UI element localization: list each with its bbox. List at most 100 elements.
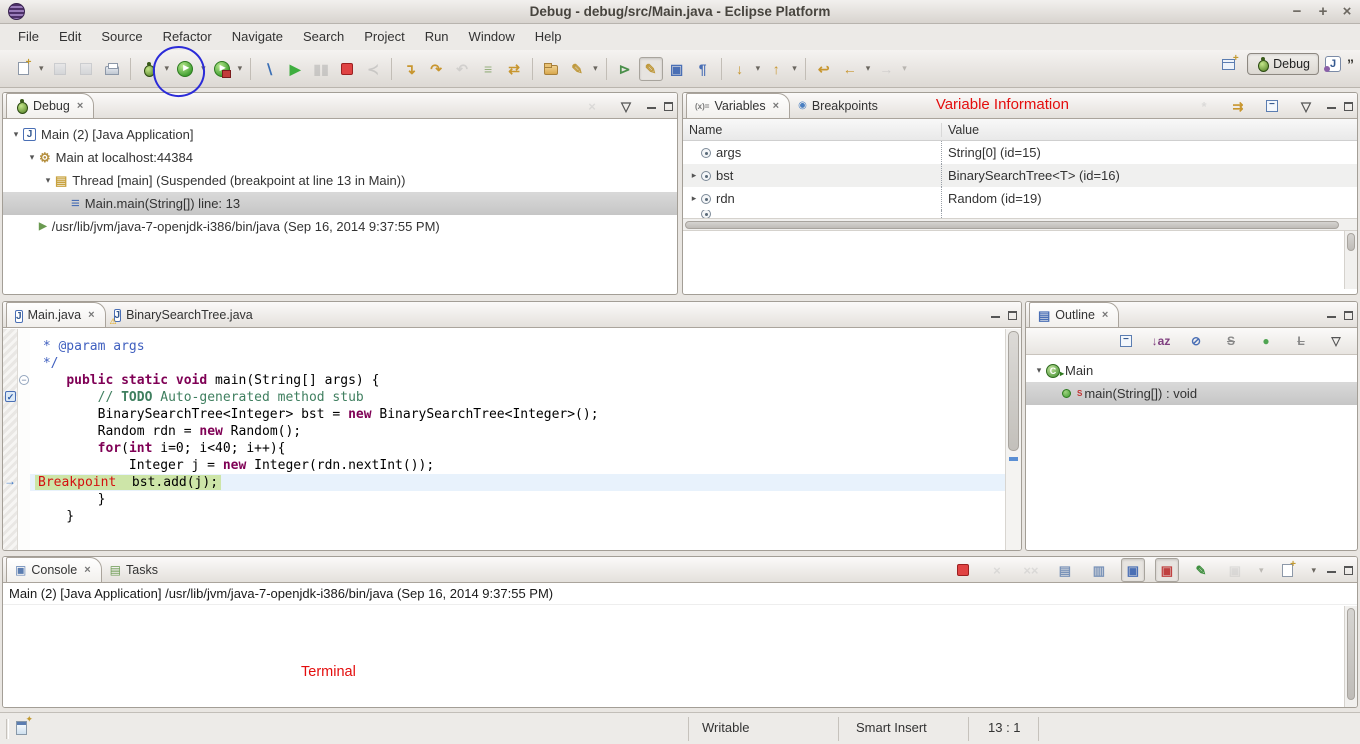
editor-tab-main-java[interactable]: JMain.java× — [6, 302, 106, 327]
toggle-breadcrumb-button[interactable]: ⊳ — [613, 57, 637, 81]
expander-icon[interactable]: ▾ — [9, 129, 23, 140]
display-selected-console-dropdown[interactable]: ▾ — [1256, 565, 1267, 576]
maximize-icon[interactable] — [1344, 311, 1353, 320]
variables-hscrollbar[interactable] — [683, 218, 1357, 231]
hide-local-types-button[interactable]: L — [1289, 329, 1313, 353]
terminate-button[interactable] — [335, 57, 359, 81]
close-icon[interactable]: × — [88, 309, 94, 321]
code-line[interactable]: Integer j = new Integer(rdn.nextInt()); — [35, 457, 1005, 474]
save-all-button[interactable] — [74, 57, 98, 81]
next-annotation-button[interactable]: ↓ — [728, 57, 752, 81]
minimize-icon[interactable] — [1327, 104, 1336, 109]
minimize-icon[interactable] — [647, 104, 656, 109]
tab-debug[interactable]: Debug × — [6, 93, 94, 118]
close-icon[interactable]: × — [773, 100, 779, 112]
next-annotation-dropdown[interactable]: ▾ — [753, 63, 764, 74]
minimize-button[interactable]: − — [1286, 0, 1308, 24]
outline-node[interactable]: Smain(String[]) : void — [1026, 382, 1357, 405]
breakpoint-line[interactable]: Breakpoint bst.add(j); — [30, 474, 1005, 491]
toggle-highlight-button[interactable]: ✎ — [639, 57, 663, 81]
minimized-views-handle[interactable]: ” — [1347, 56, 1354, 72]
column-name[interactable]: Name — [683, 123, 941, 137]
editor-gutter[interactable]: ✓→ − — [3, 329, 30, 550]
code-line[interactable]: // TODO Auto-generated method stub — [35, 389, 1005, 406]
menu-source[interactable]: Source — [91, 24, 152, 50]
maximize-button[interactable]: + — [1312, 0, 1334, 24]
tab-breakpoints[interactable]: ◉Breakpoints — [790, 93, 888, 118]
open-element-button[interactable] — [539, 57, 563, 81]
menu-navigate[interactable]: Navigate — [222, 24, 293, 50]
close-icon[interactable]: × — [77, 100, 83, 112]
drop-to-frame-button[interactable]: ≡ — [476, 57, 500, 81]
debug-tree-row[interactable]: ▾⚙Main at localhost:44384 — [3, 146, 677, 169]
expander-icon[interactable]: ▸ — [687, 170, 701, 181]
task-marker-icon[interactable]: ✓ — [5, 391, 16, 402]
new-wizard-button[interactable] — [11, 57, 35, 81]
debug-perspective-button[interactable]: Debug — [1247, 53, 1319, 75]
instruction-pointer-icon[interactable]: → — [4, 474, 16, 488]
last-edit-location-button[interactable]: ↩ — [812, 57, 836, 81]
hide-fields-button[interactable]: ⊘ — [1184, 329, 1208, 353]
debug-tree-row[interactable]: ▾▤Thread [main] (Suspended (breakpoint a… — [3, 169, 677, 192]
debug-tree-row[interactable]: ▾JMain (2) [Java Application] — [3, 123, 677, 146]
outline-collapse-all-button[interactable] — [1114, 329, 1138, 353]
outline-view-menu[interactable]: ▽ — [1324, 329, 1348, 353]
forward-dropdown[interactable]: ▾ — [899, 63, 910, 74]
remove-launch-button[interactable]: × — [985, 558, 1009, 582]
variable-row[interactable]: ▸bstBinarySearchTree<T> (id=16) — [683, 164, 1357, 187]
outline-sort-button[interactable]: ↓az — [1149, 329, 1173, 353]
maximize-icon[interactable] — [1008, 311, 1017, 320]
menu-search[interactable]: Search — [293, 24, 354, 50]
tab-outline[interactable]: ▤ Outline × — [1029, 302, 1119, 327]
debug-tree-row[interactable]: ▶/usr/lib/jvm/java-7-openjdk-i386/bin/ja… — [3, 215, 677, 238]
save-button[interactable] — [48, 57, 72, 81]
code-editor[interactable]: * @param args */ public static void main… — [30, 329, 1005, 550]
code-line[interactable]: for(int i=0; i<40; i++){ — [35, 440, 1005, 457]
open-console-dropdown[interactable]: ▾ — [1308, 565, 1319, 576]
code-line[interactable]: public static void main(String[] args) { — [35, 372, 1005, 389]
detail-vscrollbar[interactable] — [1344, 231, 1357, 289]
console-terminate-button[interactable] — [951, 558, 975, 582]
menu-edit[interactable]: Edit — [49, 24, 91, 50]
remove-all-terminated-launches-button[interactable]: ×× — [1019, 558, 1043, 582]
expander-icon[interactable]: ▸ — [687, 193, 701, 204]
step-over-button[interactable]: ↷ — [424, 57, 448, 81]
skip-all-breakpoints-button[interactable]: ∖ — [257, 57, 281, 81]
block-selection-button[interactable]: ▣ — [665, 57, 689, 81]
code-line[interactable]: * @param args — [35, 338, 1005, 355]
editor-vscrollbar[interactable] — [1005, 329, 1021, 550]
print-button[interactable] — [100, 57, 124, 81]
variables-view-menu[interactable]: ▽ — [1294, 94, 1318, 118]
close-button[interactable]: × — [1336, 0, 1358, 24]
code-line[interactable]: } — [35, 491, 1005, 508]
menu-run[interactable]: Run — [415, 24, 459, 50]
scroll-lock-button[interactable]: ▥ — [1087, 558, 1111, 582]
previous-annotation-button[interactable]: ↑ — [764, 57, 788, 81]
editor-tab-binarysearchtree-java[interactable]: J⚠BinarySearchTree.java — [106, 302, 263, 327]
display-selected-console-button[interactable]: ▣ — [1223, 558, 1247, 582]
mark-occurrences-dropdown[interactable]: ▾ — [590, 63, 601, 74]
debug-tree-row[interactable]: ≡Main.main(String[]) line: 13 — [3, 192, 677, 215]
minimize-icon[interactable] — [991, 313, 1000, 318]
minimize-icon[interactable] — [1327, 313, 1336, 318]
previous-annotation-dropdown[interactable]: ▾ — [789, 63, 800, 74]
variable-row[interactable] — [683, 210, 1357, 218]
minimize-icon[interactable] — [1327, 568, 1336, 573]
fast-view-icon[interactable] — [16, 721, 27, 735]
menu-help[interactable]: Help — [525, 24, 572, 50]
show-type-names-button[interactable]: * — [1192, 94, 1216, 118]
show-stdout-button[interactable]: ▣ — [1121, 558, 1145, 582]
resume-button[interactable]: ▶ — [283, 57, 307, 81]
tab-tasks[interactable]: ▤Tasks — [102, 557, 168, 582]
menu-refactor[interactable]: Refactor — [153, 24, 222, 50]
expander-icon[interactable]: ▾ — [41, 175, 55, 186]
open-perspective-button[interactable] — [1216, 52, 1240, 76]
clear-console-button[interactable]: ▤ — [1053, 558, 1077, 582]
open-console-button[interactable] — [1275, 558, 1299, 582]
forward-button[interactable]: → — [874, 57, 898, 81]
step-return-button[interactable]: ↶ — [450, 57, 474, 81]
menu-file[interactable]: File — [8, 24, 49, 50]
show-whitespace-button[interactable]: ¶ — [691, 57, 715, 81]
console-output[interactable]: Terminal — [3, 632, 1343, 707]
tab-console[interactable]: ▣Console× — [6, 557, 102, 582]
